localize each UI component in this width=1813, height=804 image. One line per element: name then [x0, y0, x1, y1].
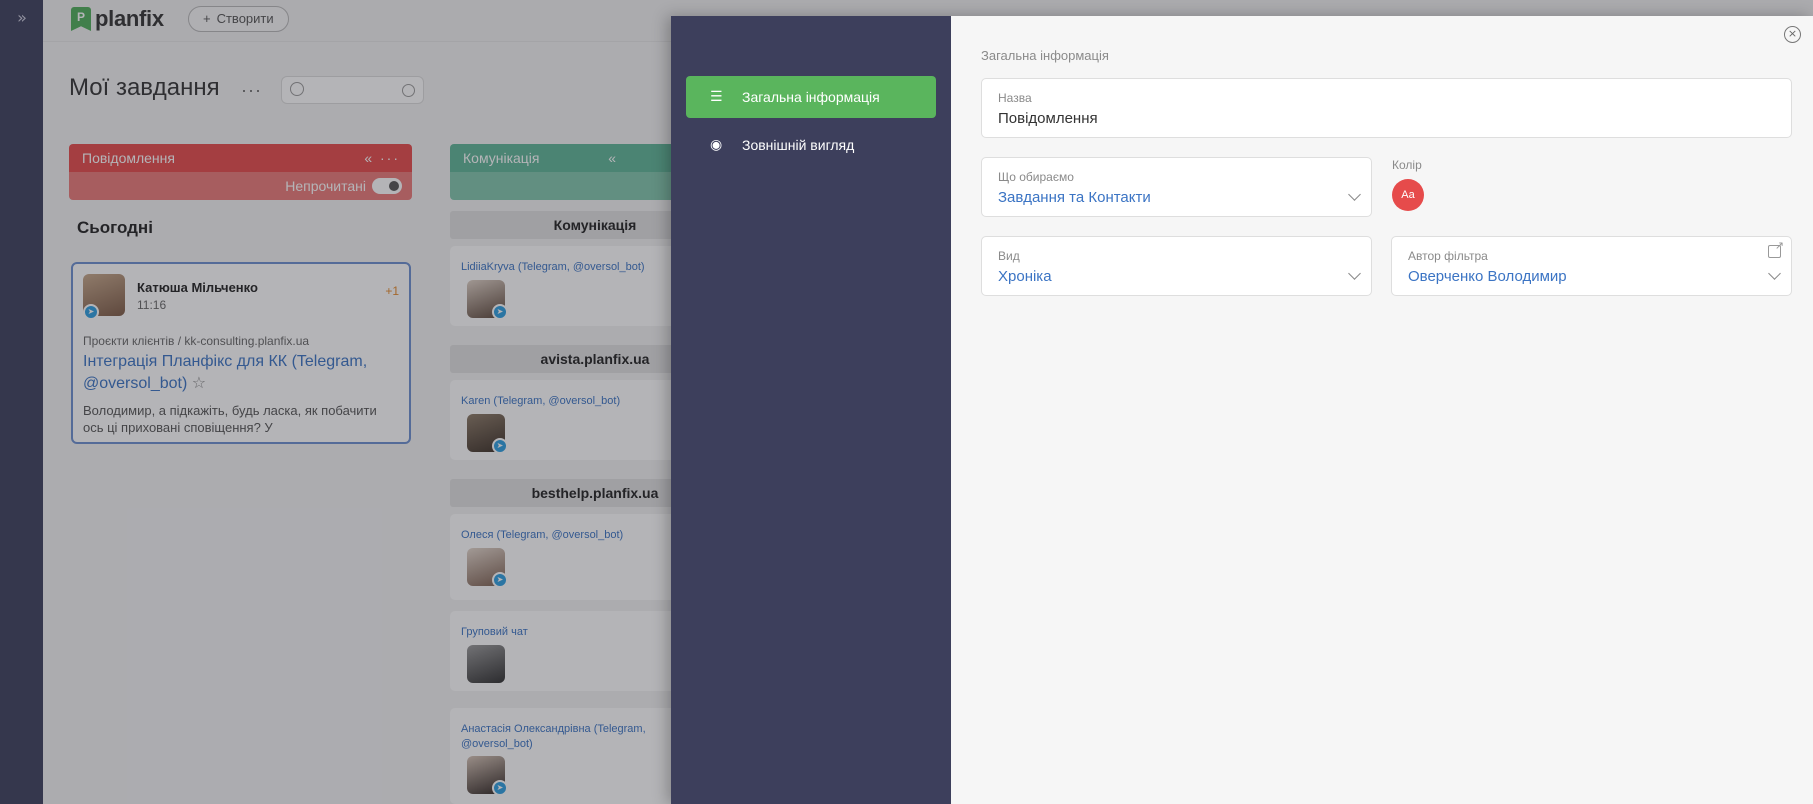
- field-value: Оверченко Володимир: [1408, 268, 1567, 285]
- external-link-icon[interactable]: [1768, 239, 1784, 258]
- nav-item-appearance[interactable]: ◉ Зовнішній вигляд: [686, 124, 936, 166]
- chevron-down-icon: [1768, 267, 1781, 280]
- nav-item-label: Зовнішній вигляд: [742, 137, 855, 153]
- modal-sidebar: ☰ Загальна інформація ◉ Зовнішній вигляд: [671, 16, 951, 804]
- color-label: Колір: [1392, 158, 1422, 172]
- lines-icon: ☰: [710, 89, 723, 105]
- field-label: Назва: [998, 91, 1032, 105]
- filter-settings-modal: ☰ Загальна інформація ◉ Зовнішній вигляд…: [671, 16, 1813, 804]
- nav-item-label: Загальна інформація: [742, 89, 880, 105]
- field-value: Повідомлення: [998, 110, 1098, 127]
- section-title: Загальна інформація: [981, 48, 1109, 63]
- chevron-down-icon: [1348, 267, 1361, 280]
- field-value: Хроніка: [998, 268, 1052, 285]
- field-value: Завдання та Контакти: [998, 189, 1151, 206]
- field-label: Вид: [998, 249, 1020, 263]
- close-icon[interactable]: ×: [1784, 26, 1801, 43]
- choose-select[interactable]: Що обираємо Завдання та Контакти: [981, 157, 1372, 217]
- name-field[interactable]: Назва Повідомлення: [981, 78, 1792, 138]
- color-swatch[interactable]: Aa: [1392, 179, 1424, 211]
- nav-item-general-info[interactable]: ☰ Загальна інформація: [686, 76, 936, 118]
- chevron-down-icon: [1348, 188, 1361, 201]
- eye-icon: ◉: [710, 137, 723, 153]
- view-select[interactable]: Вид Хроніка: [981, 236, 1372, 296]
- field-label: Що обираємо: [998, 170, 1074, 184]
- field-label: Автор фільтра: [1408, 249, 1488, 263]
- author-select[interactable]: Автор фільтра Оверченко Володимир: [1391, 236, 1792, 296]
